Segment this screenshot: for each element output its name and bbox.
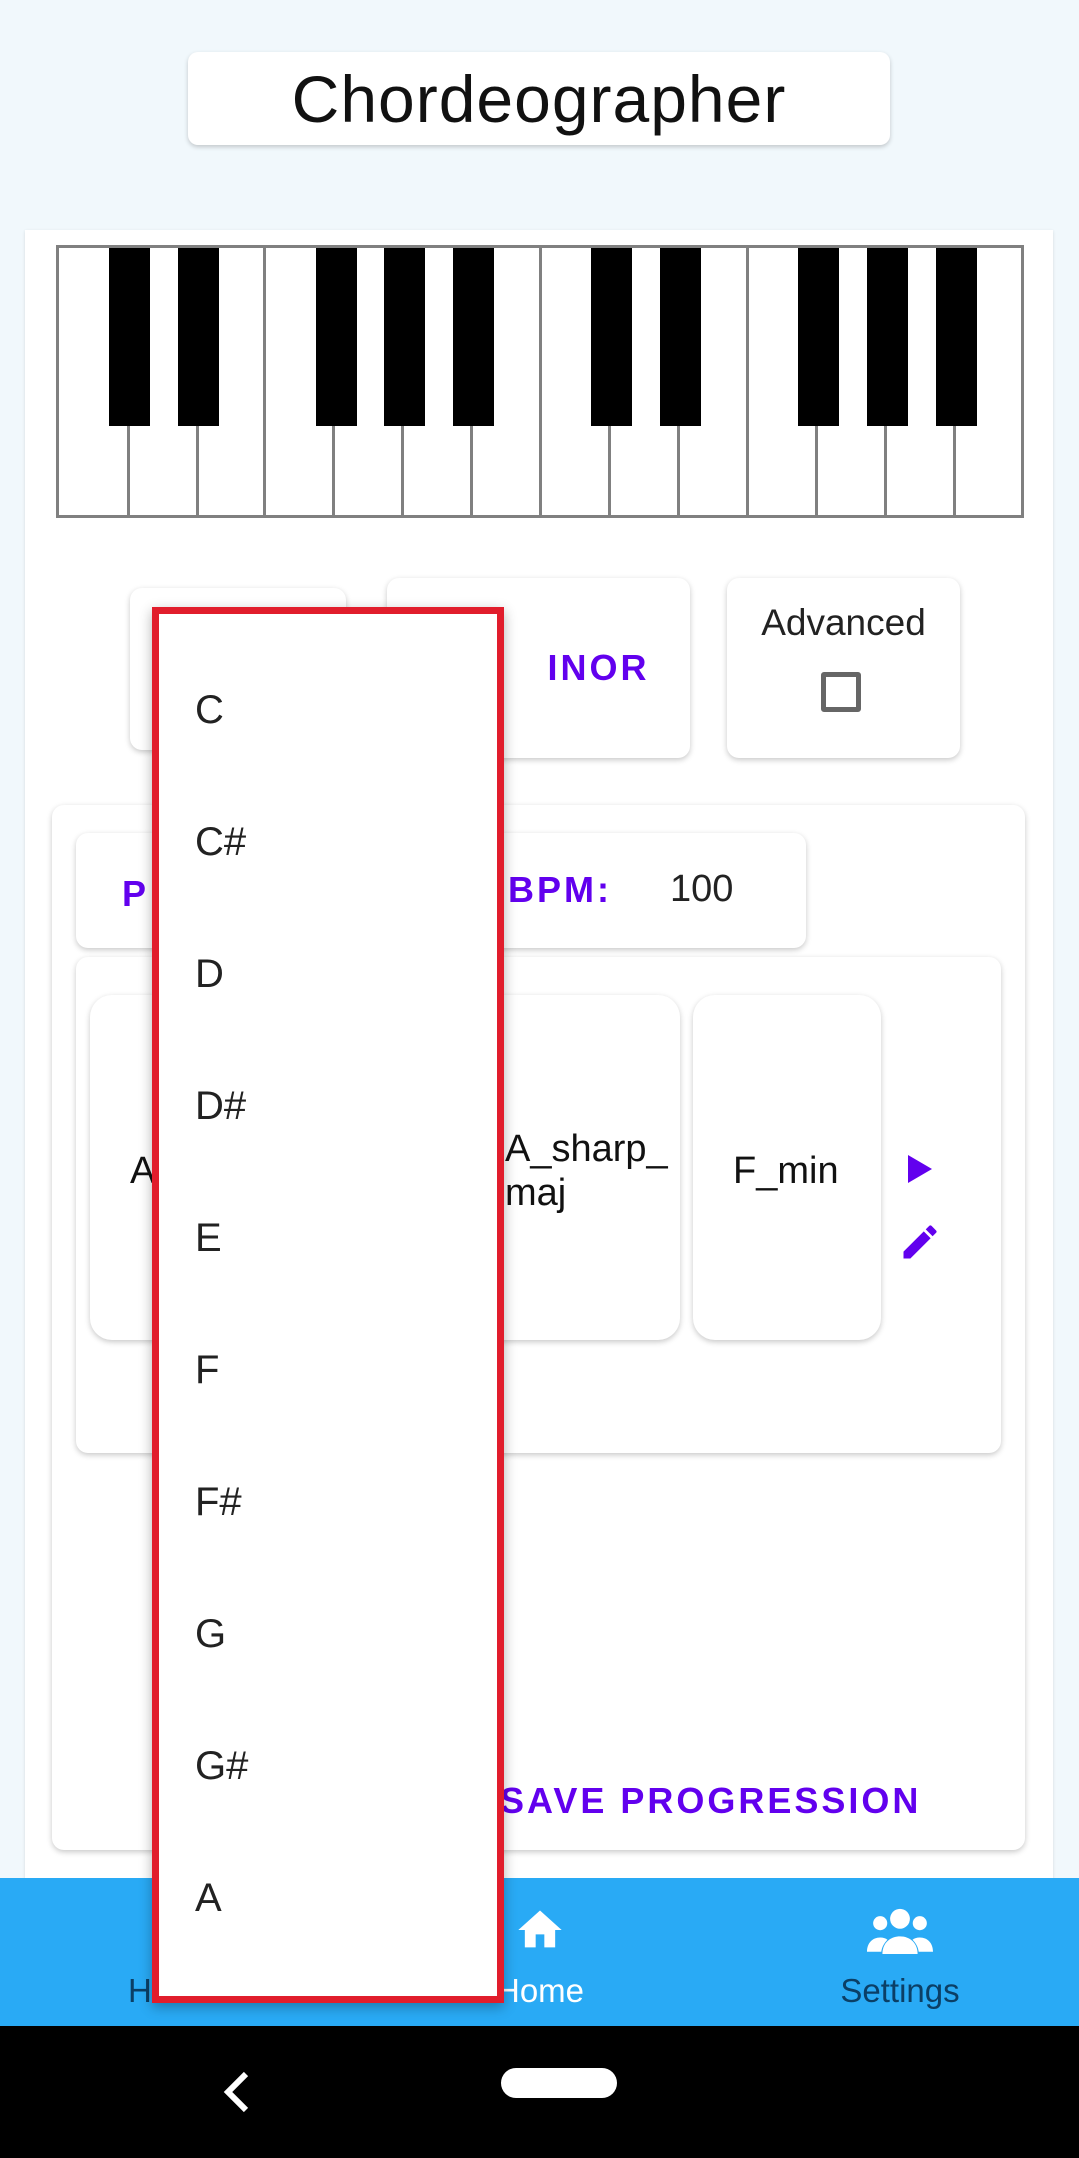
piano-black-key[interactable] [936,248,977,426]
home-pill[interactable] [501,2068,617,2098]
bpm-label: BPM: [508,869,612,910]
piano-black-key[interactable] [384,248,425,426]
app-title: Chordeographer [188,52,890,145]
save-progression-button[interactable]: SAVE PROGRESSION [500,1780,921,1822]
piano-black-key[interactable] [178,248,219,426]
chord-card[interactable]: F_min [693,995,881,1340]
key-dropdown-menu: C C# D D# E F F# G G# A [152,607,504,2003]
dropdown-option[interactable]: F# [159,1436,497,1568]
advanced-label: Advanced [761,602,926,643]
play-button[interactable]: P [122,873,149,915]
advanced-toggle[interactable]: Advanced [727,578,960,758]
chevron-left-icon[interactable] [220,2068,254,2116]
dropdown-option[interactable]: G# [159,1700,497,1832]
play-icon[interactable] [908,1155,932,1183]
dropdown-option[interactable]: F [159,1304,497,1436]
nav-settings-label: Settings [840,1972,960,2009]
chord-label: A_sharp_ maj [505,1128,668,1214]
people-group-icon [867,1908,933,1954]
piano-black-key[interactable] [591,248,632,426]
chord-label: F_min [733,1150,839,1192]
piano-keyboard[interactable] [56,245,1024,518]
piano-black-key[interactable] [660,248,701,426]
app-title-text: Chordeographer [291,61,787,136]
dropdown-option[interactable]: D [159,908,497,1040]
nav-item-settings[interactable]: Settings [750,1878,1050,2026]
piano-black-key[interactable] [453,248,494,426]
bpm-input[interactable] [668,867,782,912]
dropdown-option[interactable]: G [159,1568,497,1700]
dropdown-option[interactable]: C [159,644,497,776]
advanced-checkbox[interactable] [821,672,861,712]
pencil-icon[interactable] [898,1220,942,1264]
dropdown-option[interactable]: C# [159,776,497,908]
dropdown-option[interactable]: D# [159,1040,497,1172]
house-icon [518,1910,562,1948]
piano-black-key[interactable] [109,248,150,426]
nav-left-label: H [128,1972,152,2009]
piano-black-key[interactable] [867,248,908,426]
piano-black-key[interactable] [316,248,357,426]
app-root: Chordeographer INOR Advanced P BPM: 100 … [0,0,1079,2158]
dropdown-option[interactable]: E [159,1172,497,1304]
dropdown-option[interactable]: A [159,1832,497,1964]
piano-black-key[interactable] [798,248,839,426]
system-nav-bar [0,2026,1079,2158]
